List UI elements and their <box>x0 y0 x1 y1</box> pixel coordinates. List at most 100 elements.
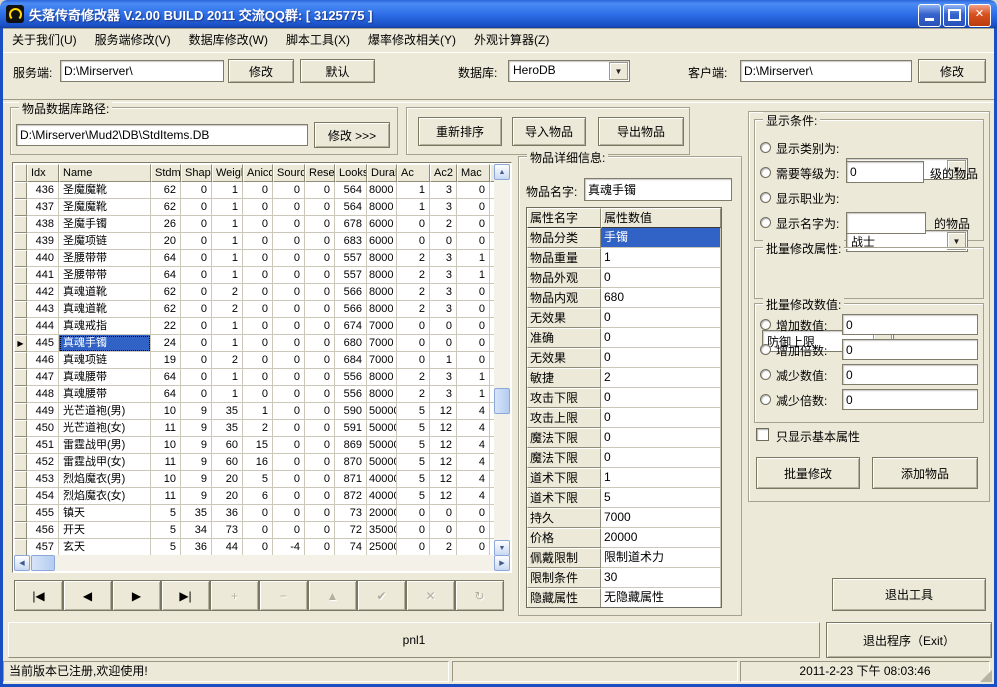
grid-cell[interactable]: 564 <box>335 182 367 199</box>
grid-cell[interactable]: 557 <box>335 267 367 284</box>
grid-cell[interactable]: 0 <box>273 471 305 488</box>
table-row[interactable]: ▶445真魂手镯24010006807000000 <box>14 335 496 352</box>
grid-cell[interactable]: 72 <box>335 522 367 539</box>
grid-cell[interactable]: 440 <box>27 250 59 267</box>
filter-category-radio[interactable] <box>760 142 771 153</box>
grid-cell[interactable]: 0 <box>181 386 212 403</box>
grid-cell[interactable]: 680 <box>335 335 367 352</box>
grid-cell[interactable]: 0 <box>243 301 273 318</box>
grid-cell[interactable]: 436 <box>27 182 59 199</box>
grid-cell[interactable]: 0 <box>305 522 335 539</box>
grid-cell[interactable]: 36 <box>181 539 212 556</box>
grid-cell[interactable]: 0 <box>273 403 305 420</box>
grid-cell[interactable]: 50000 <box>367 403 397 420</box>
client-path-input[interactable] <box>740 60 912 82</box>
grid-cell[interactable]: 34 <box>181 522 212 539</box>
grid-cell[interactable]: 0 <box>397 539 430 556</box>
detail-row[interactable]: 攻击上限0 <box>527 408 721 428</box>
grid-hscrollbar[interactable]: ◀ ▶ <box>14 555 510 571</box>
grid-cell[interactable]: 0 <box>243 505 273 522</box>
grid-cell[interactable]: 光芒道袍(女) <box>59 420 151 437</box>
grid-cell[interactable]: 0 <box>273 522 305 539</box>
grid-cell[interactable]: 圣魔魔靴 <box>59 199 151 216</box>
grid-cell[interactable]: 圣腰带带 <box>59 250 151 267</box>
grid-cell[interactable]: 4 <box>457 403 490 420</box>
batch-add-multiple-input[interactable] <box>842 339 978 360</box>
attr-value-cell[interactable]: 5 <box>601 488 721 508</box>
grid-cell[interactable]: 3 <box>430 250 457 267</box>
attr-value-cell[interactable]: 0 <box>601 308 721 328</box>
grid-cell[interactable]: 20 <box>212 471 243 488</box>
grid-cell[interactable]: 11 <box>151 420 181 437</box>
grid-column-header[interactable]: Shape <box>181 164 212 182</box>
grid-cell[interactable]: 0 <box>305 233 335 250</box>
grid-vscrollbar[interactable]: ▲ ▼ <box>494 164 510 556</box>
grid-cell[interactable]: 870 <box>335 454 367 471</box>
grid-cell[interactable]: 453 <box>27 471 59 488</box>
grid-cell[interactable]: 64 <box>151 386 181 403</box>
grid-cell[interactable]: 12 <box>430 454 457 471</box>
grid-cell[interactable]: 60 <box>212 454 243 471</box>
attr-value-cell[interactable]: 限制道术力 <box>601 548 721 568</box>
grid-cell[interactable]: 73 <box>212 522 243 539</box>
grid-cell[interactable]: 20000 <box>367 505 397 522</box>
grid-column-header[interactable]: Idx <box>27 164 59 182</box>
grid-cell[interactable]: 圣魔手镯 <box>59 216 151 233</box>
detail-row[interactable]: 物品内观680 <box>527 288 721 308</box>
grid-cell[interactable]: 556 <box>335 386 367 403</box>
detail-row[interactable]: 魔法下限0 <box>527 448 721 468</box>
grid-cell[interactable]: 6000 <box>367 233 397 250</box>
grid-cell[interactable]: 5 <box>151 505 181 522</box>
table-row[interactable]: 455镇天535360007320000000 <box>14 505 496 522</box>
grid-cell[interactable]: 5 <box>397 488 430 505</box>
path-modify-button[interactable]: 修改 >>> <box>314 122 390 148</box>
grid-cell[interactable]: 9 <box>181 471 212 488</box>
grid-cell[interactable]: 683 <box>335 233 367 250</box>
attr-value-cell[interactable]: 0 <box>601 448 721 468</box>
title-bar[interactable]: 失落传奇修改器 V.2.00 BUILD 2011 交流QQ群: [ 31257… <box>0 0 997 28</box>
grid-cell[interactable]: 1 <box>243 403 273 420</box>
batch-sub-multiple-input[interactable] <box>842 389 978 410</box>
attr-value-cell[interactable]: 7000 <box>601 508 721 528</box>
grid-cell[interactable]: 1 <box>212 233 243 250</box>
grid-column-header[interactable]: Name <box>59 164 151 182</box>
grid-cell[interactable]: 684 <box>335 352 367 369</box>
table-row[interactable]: 453烈焰魔衣(男)10920500871400005124 <box>14 471 496 488</box>
grid-cell[interactable]: 烈焰魔衣(男) <box>59 471 151 488</box>
grid-cell[interactable]: 8000 <box>367 386 397 403</box>
grid-cell[interactable]: 0 <box>181 182 212 199</box>
grid-cell[interactable]: 0 <box>273 216 305 233</box>
grid-cell[interactable]: 玄天 <box>59 539 151 556</box>
grid-cell[interactable]: 圣魔项链 <box>59 233 151 250</box>
grid-cell[interactable]: 9 <box>181 420 212 437</box>
table-row[interactable]: 446真魂项链19020006847000010 <box>14 352 496 369</box>
grid-cell[interactable]: 11 <box>151 454 181 471</box>
grid-cell[interactable]: 9 <box>181 437 212 454</box>
grid-cell[interactable]: 圣魔魔靴 <box>59 182 151 199</box>
grid-cell[interactable]: 25000 <box>367 539 397 556</box>
detail-row[interactable]: 准确0 <box>527 328 721 348</box>
grid-cell[interactable]: 1 <box>212 250 243 267</box>
item-name-input[interactable] <box>584 178 732 201</box>
grid-cell[interactable]: 1 <box>212 199 243 216</box>
grid-cell[interactable]: 2 <box>212 301 243 318</box>
grid-cell[interactable]: 1 <box>212 386 243 403</box>
grid-cell[interactable]: 真魂手镯 <box>59 335 151 352</box>
grid-cell[interactable]: 真魂腰带 <box>59 369 151 386</box>
grid-cell[interactable]: 0 <box>397 335 430 352</box>
grid-cell[interactable]: 0 <box>305 505 335 522</box>
grid-cell[interactable]: 5 <box>151 539 181 556</box>
grid-cell[interactable]: 2 <box>212 352 243 369</box>
grid-cell[interactable]: 0 <box>243 539 273 556</box>
attr-table-body[interactable]: 物品分类手镯物品重量1物品外观0物品内观680无效果0准确0无效果0敏捷2攻击下… <box>527 228 721 608</box>
table-row[interactable]: 443真魂道靴62020005668000230 <box>14 301 496 318</box>
detail-row[interactable]: 隐藏属性无隐藏属性 <box>527 588 721 608</box>
grid-cell[interactable]: 4 <box>457 454 490 471</box>
grid-cell[interactable]: 开天 <box>59 522 151 539</box>
grid-cell[interactable]: 4 <box>457 471 490 488</box>
table-row[interactable]: 444真魂戒指22010006747000000 <box>14 318 496 335</box>
grid-cell[interactable]: 1 <box>212 335 243 352</box>
grid-cell[interactable]: 0 <box>457 505 490 522</box>
grid-cell[interactable]: 674 <box>335 318 367 335</box>
grid-cell[interactable]: 2 <box>397 284 430 301</box>
